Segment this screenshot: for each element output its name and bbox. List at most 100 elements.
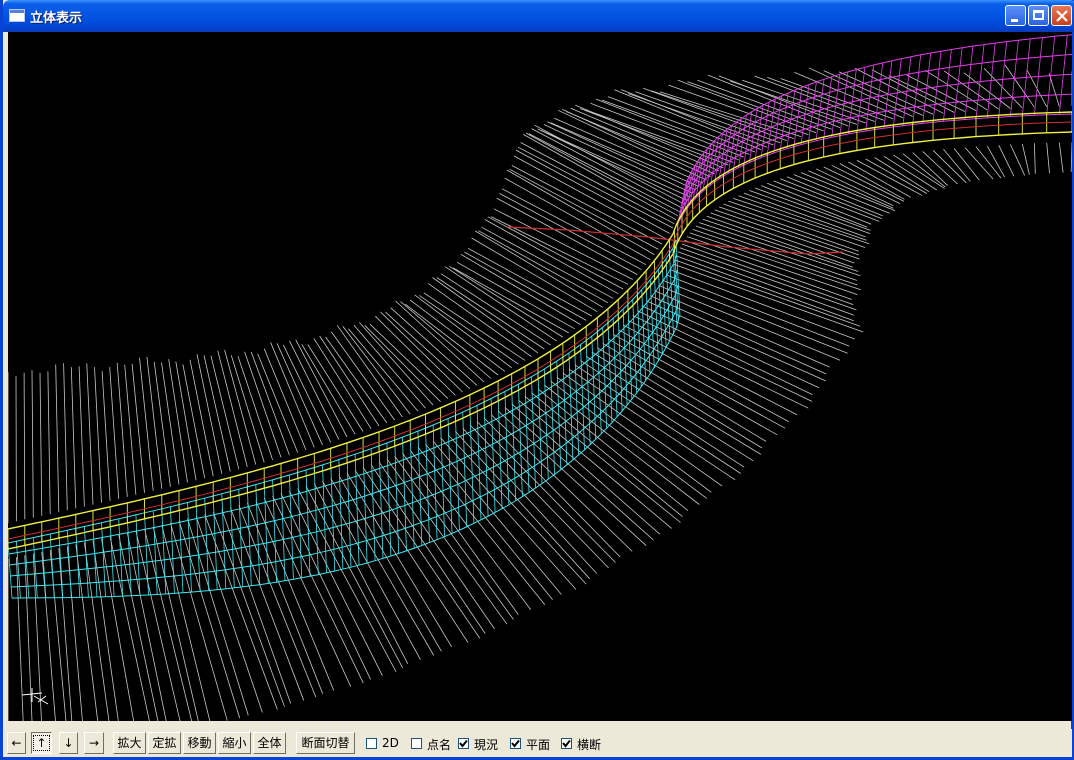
cross-section-line bbox=[212, 495, 218, 590]
checkbox-cross-section[interactable] bbox=[561, 738, 572, 749]
checkbox-point-names[interactable] bbox=[411, 738, 422, 749]
terrain-line bbox=[282, 344, 332, 443]
terrain-line bbox=[767, 182, 872, 225]
terrain-line bbox=[338, 475, 442, 652]
terrain-line bbox=[319, 335, 380, 427]
terrain-line bbox=[342, 325, 411, 415]
terrain-line bbox=[307, 344, 364, 432]
cross-section-line bbox=[432, 424, 438, 540]
pan-down-button[interactable]: ↓ bbox=[59, 732, 78, 754]
zoom-out-button[interactable]: 縮小 bbox=[218, 732, 251, 754]
terrain-line bbox=[524, 396, 681, 523]
terrain-line bbox=[385, 311, 471, 390]
fit-all-button[interactable]: 全体 bbox=[253, 732, 286, 754]
terrain-line bbox=[210, 355, 240, 470]
terrain-line bbox=[289, 340, 340, 440]
zoom-in-button[interactable]: 拡大 bbox=[113, 732, 146, 754]
window: 立体表示 ← ↑ ↓ → 拡大 定拡 移動 縮小 全体 断面切替 2D 点名 現… bbox=[0, 0, 1074, 760]
terrain-line bbox=[525, 132, 678, 217]
cross-section-line bbox=[41, 535, 47, 598]
3d-scene bbox=[8, 34, 1072, 721]
terrain-line bbox=[1070, 141, 1072, 173]
terrain-line bbox=[1021, 143, 1030, 175]
check-mark-icon bbox=[511, 739, 520, 748]
terrain-line bbox=[986, 145, 1005, 178]
pan-left-button[interactable]: ← bbox=[7, 732, 26, 754]
terrain-line bbox=[255, 500, 335, 691]
terrain-line bbox=[749, 190, 871, 234]
terrain-line bbox=[394, 455, 514, 620]
section-switch-button[interactable]: 断面切替 bbox=[296, 732, 355, 754]
terrain-line bbox=[922, 151, 958, 185]
terrain-line bbox=[447, 434, 587, 585]
terrain-line bbox=[364, 325, 441, 403]
terrain-line bbox=[547, 121, 697, 191]
terrain-line bbox=[409, 449, 532, 610]
terrain-line bbox=[963, 72, 1011, 109]
check-mark-icon bbox=[459, 739, 468, 748]
pan-up-label: ↑ bbox=[33, 735, 50, 751]
terrain-line bbox=[244, 351, 282, 458]
cross-section-line bbox=[75, 528, 81, 598]
terrain-line bbox=[493, 208, 633, 280]
terrain-line bbox=[501, 188, 647, 266]
terrain-line bbox=[651, 90, 795, 139]
cross-section-line bbox=[476, 405, 482, 521]
terrain-line bbox=[998, 145, 1015, 177]
3d-viewport[interactable] bbox=[8, 32, 1072, 721]
terrain-line bbox=[831, 164, 905, 202]
cross-section-line bbox=[58, 532, 64, 598]
cross-section-line bbox=[402, 437, 407, 552]
cross-section-line bbox=[370, 448, 376, 561]
checkbox-plan-label: 平面 bbox=[526, 738, 551, 752]
terrain-line bbox=[331, 331, 396, 421]
terrain-line bbox=[70, 367, 77, 509]
terrain-line bbox=[893, 154, 945, 189]
pan-right-button[interactable]: → bbox=[84, 732, 104, 754]
cross-section-line bbox=[305, 469, 311, 577]
terrain-line bbox=[427, 283, 532, 358]
checkbox-plan[interactable] bbox=[510, 738, 521, 749]
checkbox-existing[interactable] bbox=[458, 738, 469, 749]
terrain-line bbox=[39, 372, 43, 516]
terrain-line bbox=[246, 502, 324, 694]
checkbox-2d[interactable] bbox=[366, 738, 377, 749]
cross-section-line bbox=[591, 336, 597, 440]
terrain-line bbox=[55, 364, 60, 513]
terrain-line bbox=[932, 150, 967, 183]
terrain-line bbox=[602, 342, 767, 442]
checkbox-existing-label: 現況 bbox=[474, 738, 499, 752]
cross-section-line bbox=[84, 526, 89, 598]
cross-section-line bbox=[49, 533, 55, 598]
cross-section-line bbox=[602, 327, 608, 429]
terrain-line bbox=[135, 530, 181, 721]
terrain-line bbox=[452, 267, 570, 334]
terrain-line bbox=[612, 333, 786, 429]
cross-section-line bbox=[289, 474, 294, 580]
move-button[interactable]: 移動 bbox=[183, 732, 216, 754]
terrain-line bbox=[101, 371, 111, 501]
terrain-line bbox=[217, 350, 248, 467]
maximize-button[interactable] bbox=[1028, 5, 1049, 26]
axis-indicator-icon bbox=[21, 688, 49, 705]
close-button[interactable] bbox=[1051, 5, 1072, 26]
terrain-line bbox=[63, 363, 68, 511]
cross-section-line bbox=[338, 459, 344, 570]
terrain-line bbox=[86, 363, 94, 505]
fixed-zoom-button[interactable]: 定拡 bbox=[148, 732, 181, 754]
title-bar[interactable]: 立体表示 bbox=[3, 0, 1074, 32]
terrain-line bbox=[506, 169, 655, 255]
terrain-line bbox=[675, 255, 854, 322]
terrain-line bbox=[622, 324, 798, 416]
terrain-line bbox=[230, 355, 265, 463]
cross-section-line bbox=[178, 504, 184, 593]
terrain-line bbox=[627, 319, 809, 409]
pan-up-button[interactable]: ↑ bbox=[31, 732, 52, 754]
terrain-line bbox=[754, 187, 871, 231]
terrain-line bbox=[528, 133, 680, 213]
cross-section-line bbox=[187, 502, 192, 593]
terrain-line bbox=[645, 300, 826, 382]
cross-section-line bbox=[607, 322, 613, 424]
terrain-line bbox=[871, 69, 955, 113]
minimize-button[interactable] bbox=[1005, 5, 1026, 26]
